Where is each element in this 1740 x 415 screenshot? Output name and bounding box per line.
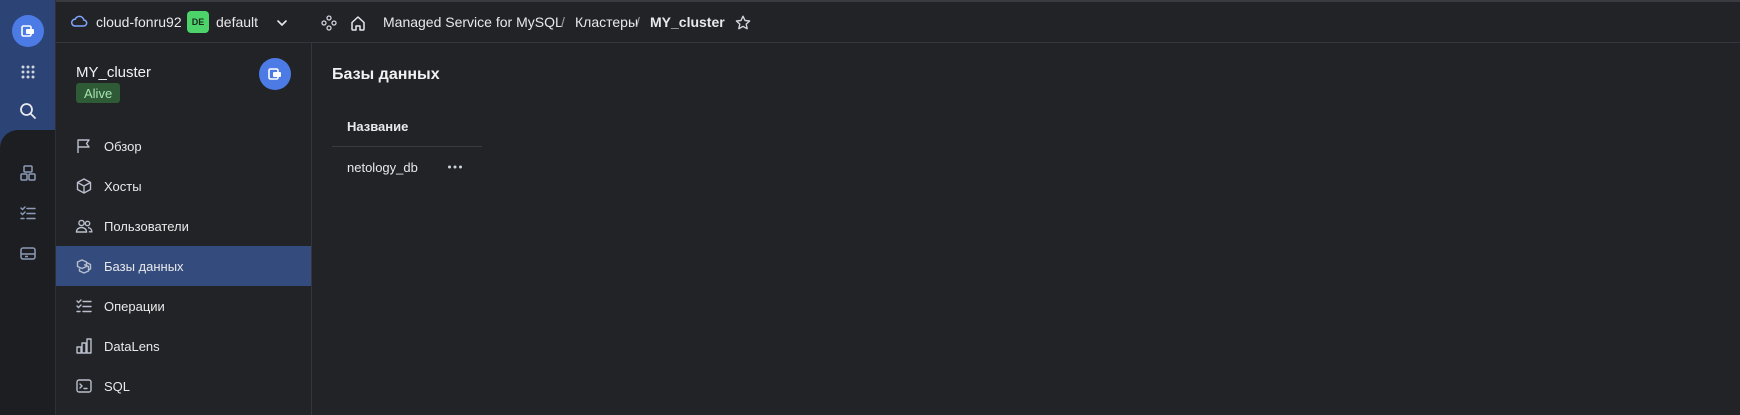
folder-name[interactable]: default [216, 14, 258, 30]
nav-item-label: Обзор [104, 138, 142, 154]
apps-grid-icon[interactable] [12, 56, 44, 88]
users-icon [74, 216, 94, 236]
nav-item-label: Пользователи [104, 218, 189, 234]
nav-item-databases[interactable]: Базы данных [56, 246, 311, 286]
breadcrumb-service[interactable]: Managed Service for MySQL [383, 14, 563, 30]
cloud-name[interactable]: cloud-fonru92 [96, 14, 182, 30]
breadcrumb-clusters[interactable]: Кластеры [575, 14, 638, 30]
cluster-sidebar: MY_cluster Alive Обзор Хосты Пользовател… [56, 43, 312, 415]
breadcrumb-current: MY_cluster [650, 14, 725, 30]
flag-icon [74, 136, 94, 156]
star-icon[interactable] [734, 14, 752, 35]
storage-icon[interactable] [12, 237, 44, 269]
terminal-icon [74, 376, 94, 396]
nav-item-label: Хосты [104, 178, 142, 194]
breadcrumb-separator: / [636, 14, 640, 30]
databases-table: Название netology_db [332, 107, 482, 187]
chart-icon [74, 336, 94, 356]
cloud-icon [70, 13, 88, 32]
cube-icon [74, 176, 94, 196]
nav-item-label: SQL [104, 378, 131, 394]
nav-item-hosts[interactable]: Хосты [56, 166, 311, 206]
nav-item-datalens[interactable]: DataLens [56, 326, 311, 366]
databases-icon [74, 256, 94, 276]
home-icon[interactable] [349, 14, 367, 35]
table-header-name: Название [332, 107, 482, 147]
nav-item-label: Базы данных [104, 258, 184, 274]
top-bar: cloud-fonru92 DE default Managed Service… [56, 0, 1740, 43]
mysql-service-icon[interactable] [12, 15, 44, 47]
operations-list-icon [74, 296, 94, 316]
services-icon[interactable] [12, 157, 44, 189]
main-content: Базы данных Название netology_db [313, 43, 1740, 415]
table-row[interactable]: netology_db [332, 147, 482, 187]
chevron-down-icon[interactable] [275, 16, 289, 33]
cluster-name: MY_cluster [76, 64, 152, 81]
app-root: cloud-fonru92 DE default Managed Service… [0, 0, 1740, 415]
nav-item-users[interactable]: Пользователи [56, 206, 311, 246]
more-actions-icon[interactable] [445, 157, 465, 177]
nav-item-sql[interactable]: SQL [56, 366, 311, 406]
folder-badge: DE [187, 11, 209, 33]
breadcrumb-separator: / [561, 14, 565, 30]
page-title: Базы данных [332, 66, 440, 83]
left-rail [0, 0, 56, 415]
database-name[interactable]: netology_db [347, 160, 418, 175]
operations-icon[interactable] [12, 197, 44, 229]
nav-item-operations[interactable]: Операции [56, 286, 311, 326]
nav-item-label: Операции [104, 298, 165, 314]
rail-curve [0, 130, 55, 154]
mysql-cluster-icon [259, 58, 291, 90]
service-nodes-icon[interactable] [321, 15, 337, 34]
status-badge: Alive [76, 83, 121, 103]
nav-item-overview[interactable]: Обзор [56, 126, 311, 166]
cluster-nav: Обзор Хосты Пользователи Базы данных Опе… [56, 126, 311, 406]
search-icon[interactable] [12, 95, 44, 127]
nav-item-label: DataLens [104, 338, 160, 354]
